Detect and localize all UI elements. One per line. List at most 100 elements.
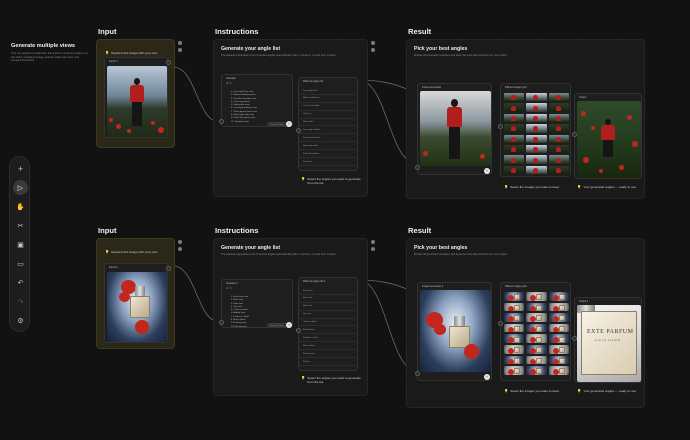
angle-thumbnail[interactable] bbox=[526, 124, 547, 133]
angle-thumbnail[interactable] bbox=[548, 103, 569, 112]
angle-thumbnail[interactable] bbox=[548, 355, 569, 365]
angle-thumbnail[interactable] bbox=[504, 93, 525, 102]
angle-row[interactable]: Low angle medium bbox=[299, 126, 358, 135]
image-run-button[interactable]: ↑ bbox=[484, 168, 490, 174]
angle-thumbnail[interactable] bbox=[526, 165, 547, 175]
model-selector[interactable]: Gemini 2.5 Flash bbox=[267, 122, 287, 126]
angle-thumbnail[interactable] bbox=[504, 134, 525, 143]
angle-thumbnail[interactable] bbox=[526, 144, 547, 154]
angles-grid-node-2[interactable]: Different angles grid bbox=[498, 282, 571, 381]
angle-row[interactable]: Low angle hero bbox=[299, 87, 358, 95]
angle-thumbnail[interactable] bbox=[548, 302, 569, 312]
import-node-2[interactable]: Import 2 bbox=[104, 263, 171, 343]
angles-thumbnail-grid-2[interactable] bbox=[504, 292, 569, 375]
angle-rows-2[interactable]: Front view Back view Side view Top view Clos… bbox=[299, 287, 358, 366]
angle-row[interactable]: Side view bbox=[299, 303, 358, 311]
angle-thumbnail[interactable] bbox=[504, 165, 525, 175]
angle-thumbnail[interactable] bbox=[526, 355, 547, 365]
angles-input-port-2[interactable] bbox=[296, 328, 301, 333]
angles-grid-node[interactable]: Different angles grid bbox=[498, 83, 571, 177]
angle-thumbnail[interactable] bbox=[526, 93, 547, 102]
angle-thumbnail[interactable] bbox=[548, 344, 569, 354]
angle-row[interactable]: Wide establishing bbox=[299, 95, 358, 103]
image-generation-node-2[interactable]: Image Generation 2 ↑ bbox=[415, 282, 492, 381]
angle-row[interactable]: Side profile bbox=[299, 119, 358, 127]
angle-rows[interactable]: Low angle hero Wide establishing Over the … bbox=[299, 87, 358, 166]
angle-thumbnail[interactable] bbox=[526, 292, 547, 301]
angle-row[interactable]: Angled hero bbox=[299, 326, 358, 335]
angle-thumbnail[interactable] bbox=[548, 134, 569, 143]
angle-thumbnail[interactable] bbox=[548, 165, 569, 175]
angle-thumbnail[interactable] bbox=[548, 113, 569, 123]
instructions-group[interactable]: Generate your angle list The assistant g… bbox=[213, 39, 375, 197]
output-node[interactable]: Output bbox=[572, 93, 642, 179]
angle-thumbnail[interactable] bbox=[526, 344, 547, 354]
angle-row[interactable]: Top view bbox=[299, 311, 358, 319]
angle-thumbnail[interactable] bbox=[526, 302, 547, 312]
input-group[interactable]: 💡 Replace this image with your own. Impo… bbox=[96, 39, 182, 148]
angle-thumbnail[interactable] bbox=[548, 313, 569, 322]
angle-thumbnail[interactable] bbox=[548, 334, 569, 343]
settings-icon[interactable]: ⚙ bbox=[13, 313, 28, 328]
grid-input-port[interactable] bbox=[498, 124, 503, 129]
image-input-port[interactable] bbox=[415, 165, 420, 170]
pointer-icon[interactable]: ▷ bbox=[13, 180, 28, 195]
run-button-2[interactable]: ↑ bbox=[286, 322, 292, 328]
angles-thumbnail-grid[interactable] bbox=[504, 93, 569, 175]
image-run-button-2[interactable]: ↑ bbox=[484, 374, 490, 380]
angle-thumbnail[interactable] bbox=[526, 134, 547, 143]
angles-input-port[interactable] bbox=[296, 128, 301, 133]
angle-thumbnail[interactable] bbox=[504, 292, 525, 301]
result-group[interactable]: Pick your best angles Browse all generat… bbox=[406, 39, 645, 199]
scissors-icon[interactable]: ✂ bbox=[13, 218, 28, 233]
angle-thumbnail[interactable] bbox=[504, 155, 525, 164]
assistant-node-2[interactable]: Assistant 2 ⊕ ✎ 1. Front view shot 2. Bac… bbox=[219, 279, 293, 328]
input-group-2[interactable]: 💡 Replace this image with your own. Impo… bbox=[96, 238, 182, 349]
output-node-2[interactable]: Output 2 EXTE PARFUM EAU DE PARFUM bbox=[572, 297, 642, 383]
angle-thumbnail[interactable] bbox=[526, 323, 547, 333]
image-generation-node[interactable]: Image Generation ↑ bbox=[415, 83, 492, 175]
angle-thumbnail[interactable] bbox=[504, 334, 525, 343]
angle-thumbnail[interactable] bbox=[504, 366, 525, 375]
angles-list-node[interactable]: Different angles list Low angle hero Wide… bbox=[296, 77, 358, 171]
angle-thumbnail[interactable] bbox=[526, 103, 547, 112]
import-output-port[interactable] bbox=[166, 60, 171, 65]
angle-thumbnail[interactable] bbox=[504, 355, 525, 365]
angle-thumbnail[interactable] bbox=[548, 124, 569, 133]
angle-thumbnail[interactable] bbox=[548, 144, 569, 154]
comment-icon[interactable]: ▭ bbox=[13, 256, 28, 271]
output-input-port[interactable] bbox=[572, 132, 577, 137]
angle-thumbnail[interactable] bbox=[504, 103, 525, 112]
angle-thumbnail[interactable] bbox=[548, 93, 569, 102]
angle-thumbnail[interactable] bbox=[548, 323, 569, 333]
angle-thumbnail[interactable] bbox=[526, 334, 547, 343]
angle-thumbnail[interactable] bbox=[526, 113, 547, 123]
angle-row[interactable]: Three-quarter back bbox=[299, 134, 358, 143]
hand-icon[interactable]: ✋ bbox=[13, 199, 28, 214]
result-group-2[interactable]: Pick your best angles Browse all generat… bbox=[406, 238, 645, 408]
angle-row[interactable]: Front view bbox=[299, 287, 358, 295]
import-node[interactable]: Import 1 bbox=[104, 57, 171, 138]
run-button[interactable]: ↑ bbox=[286, 121, 292, 127]
assistant-input-port[interactable] bbox=[219, 119, 224, 124]
redo-icon[interactable]: ↷ bbox=[13, 294, 28, 309]
angle-row[interactable]: Floating view bbox=[299, 350, 358, 359]
angle-thumbnail[interactable] bbox=[548, 155, 569, 164]
angle-thumbnail[interactable] bbox=[504, 323, 525, 333]
angle-thumbnail[interactable] bbox=[504, 344, 525, 354]
angle-thumbnail[interactable] bbox=[504, 124, 525, 133]
angle-row[interactable]: Macro detail bbox=[299, 342, 358, 351]
angle-thumbnail[interactable] bbox=[526, 366, 547, 375]
angles-list-node-2[interactable]: Different angles list 2 Front view Back v… bbox=[296, 277, 358, 371]
model-selector-2[interactable]: Gemini 2.5 Flash bbox=[267, 323, 287, 327]
angle-row[interactable]: Close-up bbox=[299, 111, 358, 119]
angle-row[interactable]: High angle wide bbox=[299, 142, 358, 151]
angle-row[interactable]: Over the shoulder bbox=[299, 103, 358, 111]
angle-thumbnail[interactable] bbox=[504, 313, 525, 322]
add-note-icon[interactable]: ▣ bbox=[13, 237, 28, 252]
angle-row[interactable]: Flat lay bbox=[299, 358, 358, 366]
assistant-input-port-2[interactable] bbox=[219, 320, 224, 325]
image-input-port-2[interactable] bbox=[415, 371, 420, 376]
angle-row[interactable]: Dutch tilt medium bbox=[299, 150, 358, 159]
angle-row[interactable]: Product in hand bbox=[299, 334, 358, 343]
